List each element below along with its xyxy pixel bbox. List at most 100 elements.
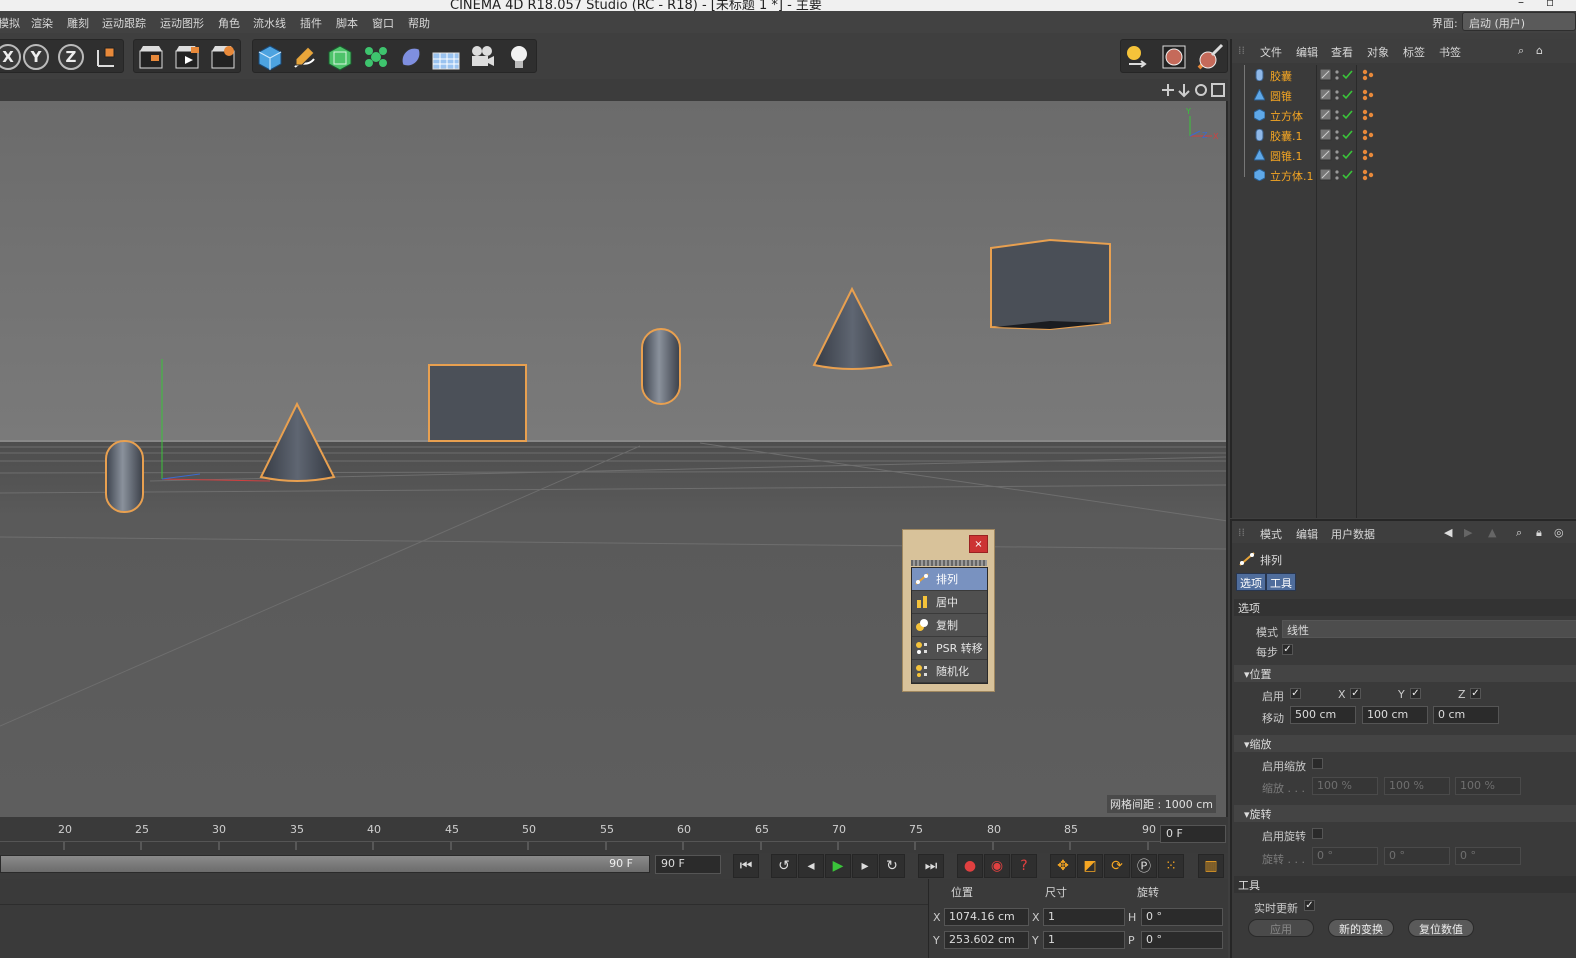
- key-rotation-button[interactable]: ⟳: [1104, 854, 1130, 878]
- next-key-button[interactable]: ↻: [879, 854, 905, 878]
- mode-select[interactable]: 线性: [1282, 620, 1576, 638]
- om-menu-edit[interactable]: 编辑: [1296, 44, 1318, 60]
- rotation-p-field[interactable]: 0 °: [1141, 931, 1223, 949]
- menu-simulate[interactable]: 模拟: [0, 15, 20, 31]
- go-to-end-button[interactable]: ⏭: [918, 854, 944, 878]
- scale-section-header[interactable]: ▾缩放: [1234, 735, 1576, 752]
- position-y-field[interactable]: 253.602 cm: [944, 931, 1029, 949]
- realtime-update-checkbox[interactable]: ✓: [1304, 900, 1315, 911]
- new-view-icon[interactable]: ◎: [1554, 526, 1564, 539]
- key-pla-button[interactable]: ⁙: [1158, 854, 1184, 878]
- tag-icon[interactable]: [1362, 129, 1374, 141]
- cloner-button[interactable]: [361, 42, 391, 72]
- x-axis-lock-button[interactable]: X: [0, 42, 23, 72]
- menu-help[interactable]: 帮助: [408, 15, 430, 31]
- visibility-flags-icon[interactable]: [1320, 149, 1354, 161]
- menu-sculpt[interactable]: 雕刻: [67, 15, 89, 31]
- tab-options[interactable]: 选项: [1236, 573, 1266, 591]
- reset-values-button[interactable]: 复位数值: [1408, 919, 1474, 937]
- render-picture-viewer-button[interactable]: [172, 42, 202, 72]
- render-settings-button[interactable]: [208, 42, 238, 72]
- search-icon[interactable]: ⌕: [1516, 526, 1522, 540]
- am-menu-mode[interactable]: 模式: [1260, 526, 1282, 542]
- scale-x-field[interactable]: 100 %: [1312, 777, 1378, 795]
- om-menu-tags[interactable]: 标签: [1403, 44, 1425, 60]
- minimize-button[interactable]: –: [1518, 0, 1524, 9]
- tool-arrange[interactable]: 排列: [912, 568, 987, 591]
- search-icon[interactable]: ⌕: [1518, 44, 1524, 58]
- axis-mode-button[interactable]: [1123, 42, 1153, 72]
- keyframe-selection-button[interactable]: ?: [1011, 854, 1037, 878]
- timeline-ruler[interactable]: 20 25 30 35 40 45 50 55 60 65 70 75 80 8…: [0, 817, 1228, 853]
- lock-icon[interactable]: 🔒︎: [1536, 526, 1542, 540]
- tab-tool[interactable]: 工具: [1266, 573, 1296, 591]
- object-row[interactable]: 立方体: [1232, 105, 1576, 125]
- deformer-button[interactable]: [396, 42, 426, 72]
- visibility-flags-icon[interactable]: [1320, 169, 1354, 181]
- move-x-field[interactable]: 500 cm: [1290, 706, 1356, 724]
- per-step-checkbox[interactable]: ✓: [1282, 644, 1293, 655]
- position-y-checkbox[interactable]: ✓: [1410, 688, 1421, 699]
- move-y-field[interactable]: 100 cm: [1362, 706, 1428, 724]
- tag-icon[interactable]: [1362, 89, 1374, 101]
- floor-button[interactable]: [431, 42, 461, 72]
- om-menu-view[interactable]: 查看: [1331, 44, 1353, 60]
- tool-randomize[interactable]: 随机化: [912, 660, 987, 683]
- home-icon[interactable]: ⌂: [1536, 44, 1543, 57]
- tag-icon[interactable]: [1362, 149, 1374, 161]
- menu-mograph[interactable]: 运动图形: [160, 15, 204, 31]
- rotation-enable-checkbox[interactable]: [1312, 828, 1323, 839]
- key-scale-button[interactable]: ◩: [1077, 854, 1103, 878]
- popup-close-button[interactable]: ×: [969, 535, 988, 553]
- visibility-flags-icon[interactable]: [1320, 129, 1354, 141]
- up-arrow-icon[interactable]: ▲: [1488, 526, 1496, 539]
- back-arrow-icon[interactable]: ◀: [1444, 526, 1452, 539]
- position-z-checkbox[interactable]: ✓: [1470, 688, 1481, 699]
- object-row[interactable]: 胶囊.1: [1232, 125, 1576, 145]
- render-view-button[interactable]: [136, 42, 166, 72]
- pen-spline-button[interactable]: [289, 42, 319, 72]
- menu-character[interactable]: 角色: [218, 15, 240, 31]
- cube-primitive-button[interactable]: [255, 42, 285, 72]
- new-transform-button[interactable]: 新的变换: [1328, 919, 1394, 937]
- forward-arrow-icon[interactable]: ▶: [1464, 526, 1472, 539]
- autokey-button[interactable]: ◉: [984, 854, 1010, 878]
- om-menu-file[interactable]: 文件: [1260, 44, 1282, 60]
- menu-plugins[interactable]: 插件: [300, 15, 322, 31]
- menu-script[interactable]: 脚本: [336, 15, 358, 31]
- rotation-b-field[interactable]: 0 °: [1455, 847, 1521, 865]
- menu-window[interactable]: 窗口: [372, 15, 394, 31]
- size-y-field[interactable]: 1: [1043, 931, 1125, 949]
- previous-key-button[interactable]: ↺: [771, 854, 797, 878]
- object-row[interactable]: 圆锥.1: [1232, 145, 1576, 165]
- y-axis-lock-button[interactable]: Y: [21, 42, 51, 72]
- menu-motion-tracking[interactable]: 运动跟踪: [102, 15, 146, 31]
- visibility-flags-icon[interactable]: [1320, 89, 1354, 101]
- om-menu-bookmarks[interactable]: 书签: [1439, 44, 1461, 60]
- position-section-header[interactable]: ▾位置: [1234, 665, 1576, 682]
- size-x-field[interactable]: 1: [1043, 908, 1125, 926]
- rotation-h-field[interactable]: 0 °: [1141, 908, 1223, 926]
- texture-mode-button[interactable]: [1159, 42, 1189, 72]
- popup-drag-handle[interactable]: [911, 560, 987, 566]
- light-button[interactable]: [504, 42, 534, 72]
- tool-duplicate[interactable]: 复制: [912, 614, 987, 637]
- om-menu-objects[interactable]: 对象: [1367, 44, 1389, 60]
- tag-icon[interactable]: [1362, 69, 1374, 81]
- tag-icon[interactable]: [1362, 109, 1374, 121]
- timeline-layout-button[interactable]: ▥: [1198, 854, 1224, 878]
- key-position-button[interactable]: ✥: [1050, 854, 1076, 878]
- scale-y-field[interactable]: 100 %: [1384, 777, 1450, 795]
- object-row[interactable]: 立方体.1: [1232, 165, 1576, 185]
- key-parameter-button[interactable]: Ⓟ: [1131, 854, 1157, 878]
- menu-pipeline[interactable]: 流水线: [253, 15, 286, 31]
- 3d-viewport[interactable]: Y Z X 网格间距 : 1000 cm: [0, 101, 1228, 817]
- z-axis-lock-button[interactable]: Z: [56, 42, 86, 72]
- rotation-section-header[interactable]: ▾旋转: [1234, 805, 1576, 822]
- tool-transfer-psr[interactable]: PSR 转移: [912, 637, 987, 660]
- play-button[interactable]: ▶: [825, 854, 851, 878]
- coordinate-system-button[interactable]: [91, 42, 121, 72]
- object-row[interactable]: 胶囊: [1232, 65, 1576, 85]
- tag-icon[interactable]: [1362, 169, 1374, 181]
- rotation-p-field[interactable]: 0 °: [1384, 847, 1450, 865]
